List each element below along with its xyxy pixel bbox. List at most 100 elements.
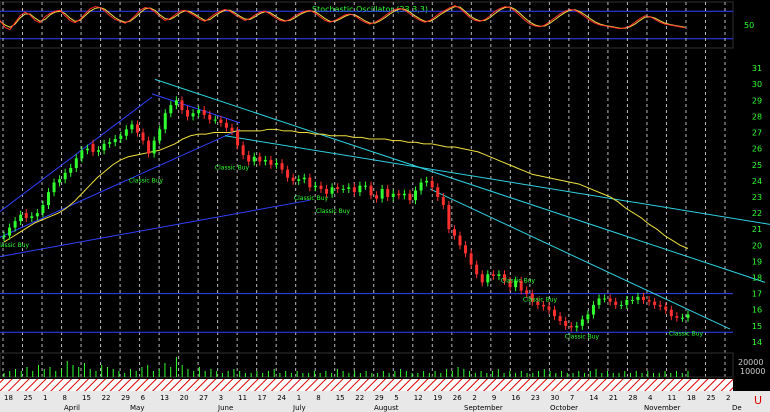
candle-body [675, 316, 679, 318]
candle-body [386, 188, 390, 197]
candle-body [113, 138, 117, 143]
candle-body [658, 304, 662, 307]
candle-body [575, 325, 579, 328]
price-tick-label: 31 [752, 64, 762, 73]
price-tick-label: 28 [752, 112, 762, 121]
day-tick-label: 1 [297, 394, 301, 402]
day-tick-label: 28 [628, 394, 637, 402]
price-tick-label: 14 [752, 338, 762, 347]
candle-body [452, 229, 456, 236]
candle-body [247, 155, 251, 162]
candle-body [597, 298, 601, 305]
signal-label: Classic Buy [669, 331, 704, 338]
candle-body [630, 300, 634, 302]
candle-body [358, 185, 362, 193]
month-label: September [464, 404, 503, 412]
day-tick-label: 6 [141, 394, 146, 402]
candle-body [147, 140, 151, 154]
candle-body [152, 140, 156, 154]
candle-body [414, 190, 418, 201]
candle-body [313, 185, 317, 188]
day-tick-label: 3 [219, 394, 223, 402]
day-tick-label: 18 [4, 394, 13, 402]
price-tick-label: 21 [752, 225, 762, 234]
signal-label: Classic Buy [294, 195, 329, 202]
day-tick-label: 8 [316, 394, 320, 402]
candle-body [686, 314, 690, 318]
candle-body [24, 213, 28, 218]
oscillator-axis-label: 50 [744, 21, 754, 30]
candle-body [224, 122, 228, 128]
day-tick-label: 2 [472, 394, 476, 402]
day-tick-label: 19 [433, 394, 442, 402]
candle-body [664, 306, 668, 310]
price-tick-label: 15 [752, 322, 762, 331]
candle-body [458, 235, 462, 246]
candle-body [130, 124, 134, 130]
candle-body [680, 317, 684, 319]
candle-body [647, 300, 651, 302]
day-tick-label: 22 [102, 394, 111, 402]
candle-body [591, 304, 595, 315]
day-tick-label: 17 [258, 394, 267, 402]
candle-body [230, 127, 234, 131]
day-tick-label: 5 [394, 394, 398, 402]
candle-body [564, 321, 568, 326]
candle-body [174, 100, 178, 106]
candle-body [274, 163, 278, 165]
signal-label: Classic Buy [215, 165, 250, 172]
day-tick-label: 13 [160, 394, 169, 402]
candle-body [208, 114, 212, 120]
candle-body [169, 105, 173, 114]
day-tick-label: 20 [180, 394, 189, 402]
x-axis: 18 25 1 8 15 22 29 6 13 20 27 3 11 17 24 1 8 15 22 29 5 12 19 2… [0, 391, 770, 412]
month-label: April [64, 404, 80, 412]
candle-body [541, 304, 545, 307]
candle-body [580, 319, 584, 326]
candle-body [297, 179, 301, 181]
day-tick-label: 14 [589, 394, 598, 402]
candle-body [63, 172, 67, 180]
candle-body [41, 205, 45, 214]
price-tick-label: 23 [752, 193, 762, 202]
signal-label: Classic Buy [501, 277, 536, 284]
month-label: De [732, 404, 742, 412]
candle-body [319, 185, 323, 189]
candle-body [352, 187, 356, 193]
candle-body [2, 235, 6, 238]
candle-body [308, 177, 312, 188]
candle-body [74, 158, 78, 168]
price-tick-label: 27 [752, 129, 762, 138]
candle-body [263, 159, 267, 162]
candle-body [280, 163, 284, 170]
candle-body [30, 216, 34, 218]
day-tick-label: 9 [492, 394, 496, 402]
day-tick-label: 11 [667, 394, 676, 402]
candle-body [497, 274, 501, 276]
candle-body [241, 145, 245, 156]
right-marker: U [754, 394, 762, 407]
candle-body [391, 193, 395, 197]
candle-body [341, 188, 345, 190]
candle-body [91, 143, 95, 152]
candle-body [8, 227, 12, 236]
day-tick-label: 2 [726, 394, 730, 402]
candle-body [69, 167, 73, 173]
candle-body [330, 187, 334, 194]
candle-body [636, 296, 640, 301]
candle-body [380, 188, 384, 199]
candle-body [252, 156, 256, 162]
timeline-strip [0, 379, 733, 391]
candle-body [608, 298, 612, 302]
day-tick-label: 7 [570, 394, 574, 402]
price-tick-label: 24 [752, 177, 762, 186]
signal-label: Classic Buy [129, 177, 164, 184]
candle-body [108, 142, 112, 144]
candle-body [336, 187, 340, 189]
candle-body [302, 177, 306, 180]
candle-body [197, 109, 201, 114]
candle-body [669, 309, 673, 317]
month-label: August [374, 404, 399, 412]
candle-body [402, 193, 406, 196]
day-tick-label: 8 [63, 394, 67, 402]
